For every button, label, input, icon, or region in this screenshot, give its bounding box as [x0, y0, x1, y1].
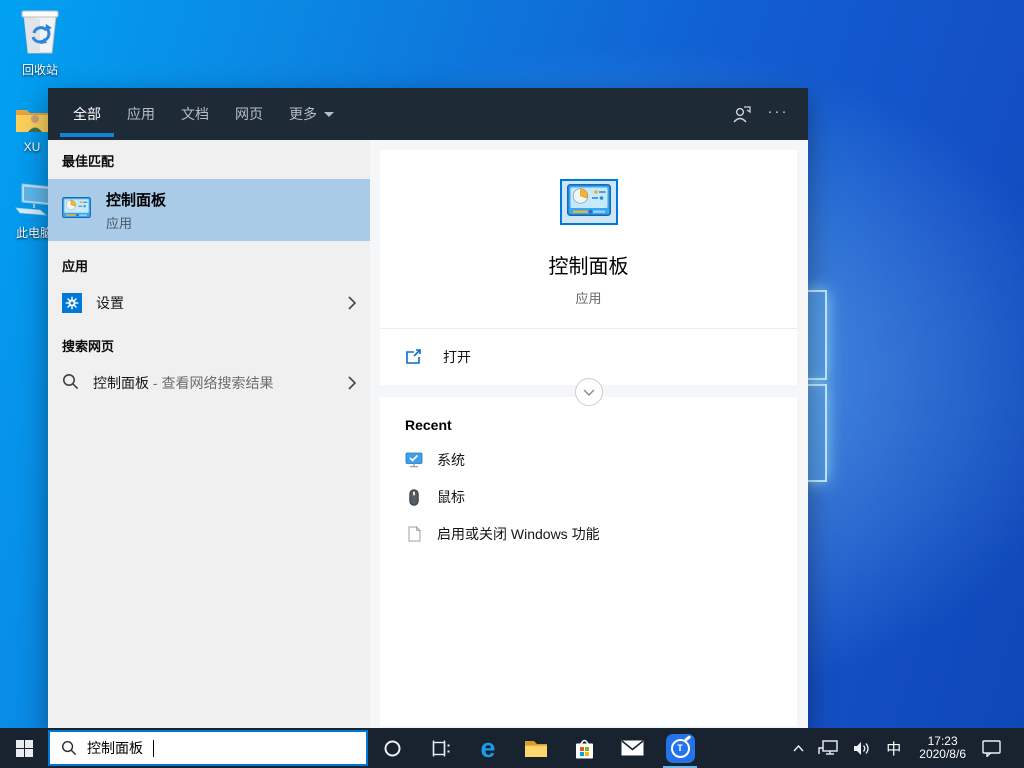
recent-item-label: 鼠标 — [437, 487, 465, 507]
preview-subtitle: 应用 — [575, 288, 601, 307]
tab-more-label: 更多 — [289, 104, 317, 124]
options-button[interactable]: ··· — [760, 85, 796, 143]
speaker-icon — [853, 741, 870, 756]
store-icon — [574, 737, 595, 760]
clock[interactable]: 17:23 2020/8/6 — [910, 735, 975, 761]
wallpaper-window-pane — [805, 290, 827, 380]
start-button[interactable] — [0, 728, 48, 768]
result-best-match-control-panel[interactable]: 控制面板 应用 — [48, 179, 370, 241]
windows-logo-icon — [16, 740, 33, 757]
store-button[interactable] — [560, 728, 608, 768]
tab-all-label: 全部 — [73, 104, 101, 124]
system-tray: 中 17:23 2020/8/6 — [786, 728, 1024, 768]
cortana-button[interactable] — [368, 728, 416, 768]
notification-icon — [982, 740, 1001, 757]
user-folder-icon — [15, 106, 49, 137]
chevron-right-icon[interactable] — [348, 376, 356, 390]
recent-item-system[interactable]: 系统 — [405, 450, 772, 470]
result-subtitle: 应用 — [106, 213, 166, 232]
preview-card: 控制面板 应用 打开 — [380, 150, 797, 385]
network-button[interactable] — [811, 728, 846, 768]
recent-item-windows-features[interactable]: 启用或关闭 Windows 功能 — [405, 524, 772, 544]
ime-indicator[interactable]: 中 — [877, 728, 910, 768]
mail-button[interactable] — [608, 728, 656, 768]
taskbar: 控制面板 e — [0, 728, 1024, 768]
control-panel-icon — [567, 184, 611, 221]
tab-apps-label: 应用 — [127, 104, 155, 124]
windows-search-flyout: 全部 应用 文档 网页 更多 ··· 最佳匹配 — [48, 88, 808, 728]
tab-web[interactable]: 网页 — [222, 88, 276, 140]
file-explorer-icon — [524, 739, 548, 758]
tab-all[interactable]: 全部 — [60, 88, 114, 140]
preview-app-icon-box — [560, 179, 618, 225]
chevron-down-icon — [583, 389, 595, 396]
mail-icon — [621, 740, 644, 756]
text-caret — [153, 740, 154, 757]
result-title: 控制面板 — [106, 189, 166, 210]
search-results-list: 最佳匹配 — [48, 140, 370, 728]
search-icon — [61, 740, 77, 756]
web-section-header: 搜索网页 — [48, 321, 370, 364]
mouse-icon — [405, 489, 423, 506]
ethernet-network-icon — [818, 740, 839, 756]
desktop-icon-label: 此电脑 — [16, 224, 52, 241]
desktop-icon-label: XU — [24, 140, 41, 154]
taskbar-search-box[interactable]: 控制面板 — [48, 730, 368, 766]
apps-section-header: 应用 — [48, 241, 370, 284]
wallpaper-window-pane — [805, 384, 827, 482]
task-view-button[interactable] — [416, 728, 464, 768]
document-icon — [405, 526, 423, 542]
chevron-down-icon — [324, 112, 334, 117]
settings-label: 设置 — [96, 293, 124, 313]
desktop-icon-recycle-bin[interactable]: 回收站 — [2, 7, 78, 78]
drvceo-app-button[interactable]: T — [656, 728, 704, 768]
system-monitor-icon — [405, 452, 423, 468]
recent-item-mouse[interactable]: 鼠标 — [405, 487, 772, 507]
chevron-up-icon — [793, 745, 804, 752]
web-query: 控制面板 — [93, 373, 149, 393]
user-icon — [732, 105, 752, 123]
drvceo-icon: T — [666, 734, 695, 763]
recycle-bin-icon — [19, 7, 61, 58]
web-suffix: - 查看网络搜索结果 — [149, 373, 273, 393]
file-explorer-button[interactable] — [512, 728, 560, 768]
task-view-icon — [431, 740, 450, 757]
best-match-header: 最佳匹配 — [48, 140, 370, 179]
tab-documents-label: 文档 — [181, 104, 209, 124]
open-label: 打开 — [443, 347, 471, 367]
ellipsis-icon: ··· — [768, 103, 789, 120]
tab-web-label: 网页 — [235, 104, 263, 124]
desktop-icon-label: 回收站 — [22, 61, 58, 78]
search-filter-tabs: 全部 应用 文档 网页 更多 ··· — [48, 88, 808, 140]
preview-title: 控制面板 — [549, 250, 629, 279]
tab-more[interactable]: 更多 — [276, 88, 347, 140]
open-action[interactable]: 打开 — [380, 329, 797, 385]
expand-preview-button[interactable] — [575, 378, 603, 406]
search-input-value: 控制面板 — [87, 738, 143, 758]
clock-date: 2020/8/6 — [919, 748, 966, 761]
tray-overflow-button[interactable] — [786, 728, 811, 768]
result-settings[interactable]: 设置 — [48, 284, 370, 321]
open-icon — [405, 349, 422, 365]
result-web-search[interactable]: 控制面板 - 查看网络搜索结果 — [48, 364, 370, 401]
edge-button[interactable]: e — [464, 728, 512, 768]
search-icon — [62, 373, 79, 393]
recent-item-label: 启用或关闭 Windows 功能 — [437, 524, 600, 544]
tab-documents[interactable]: 文档 — [168, 88, 222, 140]
action-center-button[interactable] — [975, 728, 1008, 768]
cortana-icon — [384, 740, 401, 757]
show-desktop-strip[interactable] — [1008, 728, 1024, 768]
chevron-right-icon[interactable] — [348, 296, 356, 310]
recent-section: Recent 系统 — [380, 397, 797, 726]
settings-gear-icon — [62, 293, 82, 313]
account-button[interactable] — [724, 88, 760, 140]
edge-icon: e — [480, 735, 495, 762]
result-preview-pane: 控制面板 应用 打开 — [370, 140, 808, 728]
recent-item-label: 系统 — [437, 450, 465, 470]
tab-apps[interactable]: 应用 — [114, 88, 168, 140]
volume-button[interactable] — [846, 728, 877, 768]
recent-header: Recent — [405, 417, 772, 433]
control-panel-icon — [62, 197, 91, 223]
